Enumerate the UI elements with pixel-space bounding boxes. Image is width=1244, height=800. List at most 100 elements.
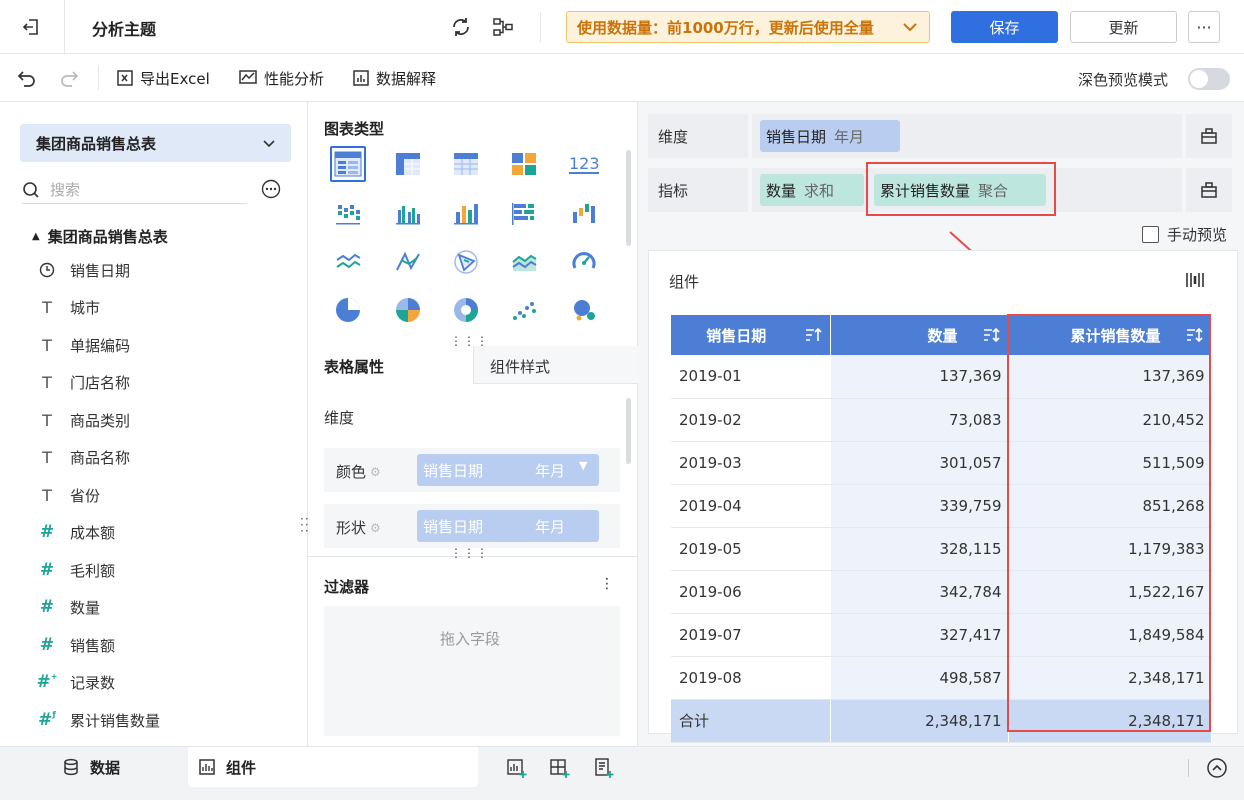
chip-field: 销售日期 <box>423 462 484 480</box>
field-item[interactable]: T 省份 <box>38 482 100 508</box>
dimension-config-icon[interactable] <box>1186 114 1232 158</box>
dark-mode-toggle[interactable] <box>1188 68 1230 90</box>
dimension-pill[interactable]: 销售日期 年月 <box>760 120 900 152</box>
save-button[interactable]: 保存 <box>951 11 1058 43</box>
search-input[interactable]: 搜索 <box>50 179 80 200</box>
gear-icon[interactable]: ⚙ <box>370 521 381 535</box>
data-explain-label: 数据解释 <box>376 69 437 88</box>
table-chart-icon[interactable] <box>330 146 366 182</box>
data-volume-notice[interactable]: 使用数据量：前1000万行，更新后使用全量 <box>566 11 930 43</box>
field-item[interactable]: # 成本额 <box>38 519 115 545</box>
horizontal-bar-icon[interactable] <box>506 196 542 232</box>
field-item[interactable]: # 数量 <box>38 594 100 620</box>
color-field-chip[interactable]: 销售日期 年月 ▼ <box>417 454 599 486</box>
field-item[interactable]: T 单据编码 <box>38 332 130 358</box>
area-chart-icon[interactable] <box>506 244 542 280</box>
dimension-drop-area[interactable]: 销售日期 年月 <box>752 114 1182 158</box>
field-label: 累计销售数量 <box>70 711 161 730</box>
chart-settings-panel: 图表类型 123 ⋮⋮⋮ 表格属性 组件样式 维度 颜色 ⚙ 销售日期 年月 ▼… <box>308 102 638 746</box>
tab-widget-style[interactable]: 组件样式 <box>473 346 638 384</box>
filter-title: 过滤器 <box>324 578 370 596</box>
column-chart-icon[interactable] <box>390 196 426 232</box>
cross-table-icon[interactable] <box>390 146 426 182</box>
tab-table-properties[interactable]: 表格属性 <box>308 346 473 384</box>
cell-quantity: 137,369 <box>830 355 1009 399</box>
field-item[interactable]: # 销售额 <box>38 632 115 658</box>
collapse-up-icon[interactable] <box>1206 757 1228 783</box>
performance-analysis-button[interactable]: 性能分析 <box>238 66 324 90</box>
field-item[interactable]: T 商品类别 <box>38 407 130 433</box>
manual-preview-checkbox[interactable]: 手动预览 <box>1142 224 1227 245</box>
donut-chart-icon[interactable] <box>448 292 484 328</box>
lineage-icon[interactable] <box>492 16 514 42</box>
metric-config-icon[interactable] <box>1186 168 1232 212</box>
column-header-quantity[interactable]: 数量 <box>830 315 1009 355</box>
field-label: 销售额 <box>70 636 116 655</box>
add-story-icon[interactable] <box>593 757 615 783</box>
metric-pill-quantity[interactable]: 数量 求和 <box>760 174 864 206</box>
update-button[interactable]: 更新 <box>1070 11 1177 43</box>
field-label: 数量 <box>70 598 101 617</box>
widget-title: 组件 <box>669 273 700 291</box>
pill-agg: 求和 <box>804 181 835 200</box>
filter-drop-zone[interactable]: 拖入字段 <box>324 606 620 736</box>
field-item[interactable]: T 城市 <box>38 294 100 320</box>
number-type-icon: # <box>39 635 55 655</box>
bubble-chart-icon[interactable] <box>566 292 602 328</box>
detail-table-icon[interactable] <box>448 146 484 182</box>
tree-root[interactable]: ▲ 集团商品销售总表 <box>32 226 168 247</box>
number-card-icon[interactable]: 123 <box>566 146 602 182</box>
column-header-date[interactable]: 销售日期 <box>671 315 831 355</box>
field-item[interactable]: 销售日期 <box>38 257 130 283</box>
sort-icon[interactable] <box>982 326 1000 348</box>
pie-chart-icon[interactable] <box>330 292 366 328</box>
field-search[interactable]: 搜索 <box>22 176 247 204</box>
bar-chart-icon[interactable] <box>448 196 484 232</box>
polar-chart-icon[interactable] <box>448 244 484 280</box>
grouped-bar-icon[interactable] <box>330 196 366 232</box>
radar-chart-icon[interactable] <box>390 244 426 280</box>
column-header-label: 数量 <box>927 326 958 345</box>
field-label: 记录数 <box>70 673 116 692</box>
field-item[interactable]: # + 记录数 <box>37 669 116 695</box>
add-dashboard-icon[interactable] <box>549 757 571 783</box>
column-settings-icon[interactable] <box>1185 271 1205 293</box>
line-chart-icon[interactable] <box>330 244 366 280</box>
dataset-select[interactable]: 集团商品销售总表 <box>20 124 291 162</box>
data-volume-text: 使用数据量：前1000万行，更新后使用全量 <box>577 18 874 37</box>
waterfall-icon[interactable] <box>566 196 602 232</box>
gear-icon[interactable]: ⚙ <box>370 465 381 479</box>
chart-grid-scrollbar[interactable] <box>626 150 631 246</box>
filter-menu-icon[interactable]: ⋮ <box>600 576 614 592</box>
redo-icon[interactable] <box>58 67 80 93</box>
more-options-icon[interactable] <box>261 179 281 203</box>
number-type-icon: # <box>39 560 55 580</box>
tab-data[interactable]: 数据 <box>62 747 120 787</box>
properties-scrollbar[interactable] <box>626 398 631 464</box>
field-item[interactable]: T 商品名称 <box>38 444 130 470</box>
shape-field-chip[interactable]: 销售日期 年月 <box>417 510 599 542</box>
field-item[interactable]: # 毛利额 <box>38 557 115 583</box>
shape-label-wrap: 形状 ⚙ <box>336 517 381 538</box>
data-explain-button[interactable]: 数据解释 <box>352 66 436 90</box>
scatter-chart-icon[interactable] <box>506 292 542 328</box>
gauge-chart-icon[interactable] <box>566 244 602 280</box>
exit-icon[interactable] <box>16 14 46 40</box>
resize-handle-icon[interactable]: ⋮⋮⋮ <box>450 546 489 560</box>
tab-widget[interactable]: 组件 <box>198 747 256 787</box>
more-menu-button[interactable]: ··· <box>1188 11 1220 43</box>
field-item[interactable]: T 门店名称 <box>38 369 130 395</box>
rose-chart-icon[interactable] <box>390 292 426 328</box>
cell-date: 2019-04 <box>671 484 831 528</box>
kpi-card-icon[interactable] <box>506 146 542 182</box>
column-header-label: 销售日期 <box>706 326 767 345</box>
undo-icon[interactable] <box>16 67 38 93</box>
sync-icon[interactable] <box>450 16 472 42</box>
widget-canvas: 维度 销售日期 年月 指标 数量 求和 累计销售数量 聚合 手动预览 组件 销售… <box>638 102 1244 746</box>
add-widget-icon[interactable] <box>506 757 528 783</box>
field-item[interactable]: # ƒ 累计销售数量 <box>38 707 160 733</box>
cell-date: 2019-02 <box>671 398 831 442</box>
export-excel-button[interactable]: 导出Excel <box>116 66 210 90</box>
sort-icon[interactable] <box>804 326 822 348</box>
cell-date: 2019-01 <box>671 355 831 399</box>
